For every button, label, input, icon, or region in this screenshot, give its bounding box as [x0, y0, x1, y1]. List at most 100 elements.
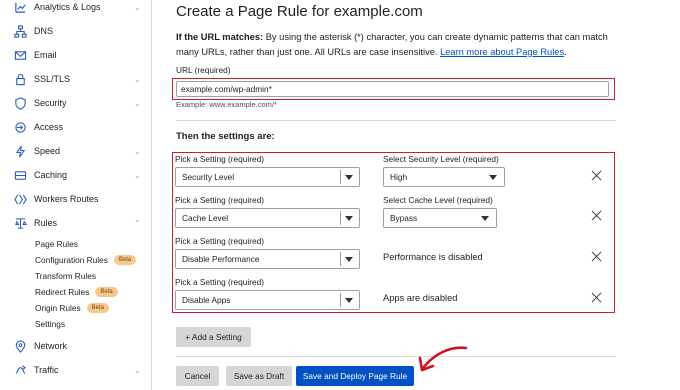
chart-icon: [13, 0, 27, 14]
security-level-label: Select Security Level (required): [383, 154, 499, 164]
cache-level-select[interactable]: Bypass: [383, 208, 497, 228]
network-tree-icon: [13, 24, 27, 38]
url-input[interactable]: example.com/wp-admin*: [176, 81, 609, 97]
sidebar-subitem-settings[interactable]: Settings: [35, 317, 65, 331]
divider: [176, 356, 616, 357]
apps-disabled-text: Apps are disabled: [383, 293, 458, 303]
save-draft-button[interactable]: Save as Draft: [226, 366, 292, 386]
traffic-icon: [13, 363, 27, 377]
pick-setting-select[interactable]: Cache Level: [175, 208, 360, 228]
sidebar-subitem-page-rules[interactable]: Page Rules: [35, 237, 78, 251]
sidebar-item-traffic[interactable]: Traffic ⌄: [0, 360, 151, 380]
sidebar-item-label: Caching: [34, 170, 68, 180]
sidebar-item-ssl-tls[interactable]: SSL/TLS ⌄: [0, 69, 151, 89]
cache-level-label: Select Cache Level (required): [383, 195, 493, 205]
beta-badge: Beta: [113, 255, 137, 265]
select-value: Disable Apps: [182, 295, 231, 305]
cancel-button[interactable]: Cancel: [176, 366, 219, 386]
dropdown-arrow-icon: [481, 216, 489, 221]
beta-badge: Beta: [86, 303, 109, 313]
sidebar-item-workers-routes[interactable]: Workers Routes: [0, 189, 151, 209]
sidebar-subitem-label: Configuration Rules: [35, 255, 108, 265]
dropdown-arrow-icon: [489, 175, 497, 180]
sidebar-item-analytics[interactable]: Analytics & Logs ⌄: [0, 0, 151, 17]
select-value: Disable Performance: [182, 254, 260, 264]
chevron-down-icon: ⌄: [134, 98, 141, 108]
settings-highlight-box: Pick a Setting (required) Security Level…: [172, 152, 615, 313]
url-highlight-box: example.com/wp-admin*: [172, 78, 615, 100]
dropdown-arrow-icon: [345, 298, 353, 303]
page-title: Create a Page Rule for example.com: [176, 3, 423, 20]
sidebar-item-label: DNS: [34, 26, 54, 36]
sidebar: Analytics & Logs ⌄ DNS Email SSL/TLS ⌄ S…: [0, 0, 152, 390]
sidebar-item-dns[interactable]: DNS: [0, 21, 151, 41]
add-setting-button[interactable]: + Add a Setting: [176, 327, 251, 347]
sidebar-subitem-origin-rules[interactable]: Origin Rules Beta: [35, 301, 109, 315]
dropdown-arrow-icon: [345, 175, 353, 180]
url-label: URL (required): [176, 65, 231, 75]
sidebar-item-network[interactable]: Network: [0, 336, 151, 356]
select-value: Security Level: [182, 172, 235, 182]
pick-setting-label: Pick a Setting (required): [175, 277, 265, 287]
security-level-select[interactable]: High: [383, 167, 505, 187]
select-separator: [340, 170, 341, 184]
workers-icon: [13, 192, 27, 206]
sidebar-item-caching[interactable]: Caching ⌄: [0, 165, 151, 185]
sidebar-item-speed[interactable]: Speed ⌄: [0, 141, 151, 161]
url-example-hint: Example: www.example.com/*: [176, 100, 277, 109]
select-value: Cache Level: [182, 213, 229, 223]
pick-setting-label: Pick a Setting (required): [175, 195, 265, 205]
envelope-icon: [13, 48, 27, 62]
beta-badge: Beta: [95, 287, 118, 297]
sidebar-subitem-configuration-rules[interactable]: Configuration Rules Beta: [35, 253, 137, 267]
select-value: Bypass: [390, 213, 418, 223]
main-content: Create a Page Rule for example.com If th…: [152, 0, 680, 390]
pick-setting-select[interactable]: Disable Apps: [175, 290, 360, 310]
sidebar-subitem-label: Redirect Rules: [35, 287, 90, 297]
save-deploy-button[interactable]: Save and Deploy Page Rule: [296, 366, 414, 386]
sidebar-subitem-redirect-rules[interactable]: Redirect Rules Beta: [35, 285, 118, 299]
chevron-down-icon: ⌄: [134, 74, 141, 84]
sidebar-subitem-transform-rules[interactable]: Transform Rules: [35, 269, 96, 283]
sidebar-item-label: Rules: [34, 218, 58, 228]
chevron-down-icon: ⌄: [134, 170, 141, 180]
access-icon: [13, 120, 27, 134]
divider: [176, 120, 616, 121]
select-separator: [340, 293, 341, 307]
close-icon[interactable]: [591, 210, 603, 222]
sidebar-item-label: Traffic: [34, 365, 59, 375]
close-icon[interactable]: [591, 292, 603, 304]
sidebar-subitem-label: Page Rules: [35, 239, 78, 249]
sidebar-item-rules[interactable]: Rules ⌃: [0, 213, 151, 233]
sidebar-item-email[interactable]: Email: [0, 45, 151, 65]
sidebar-subitem-label: Transform Rules: [35, 271, 97, 281]
pick-setting-select[interactable]: Disable Performance: [175, 249, 360, 269]
red-arrow-annotation: [418, 346, 468, 372]
select-value: High: [390, 172, 408, 182]
learn-more-link[interactable]: Learn more about Page Rules: [440, 47, 564, 57]
dropdown-arrow-icon: [345, 216, 353, 221]
lightning-icon: [13, 144, 27, 158]
rules-icon: [13, 216, 27, 230]
close-icon[interactable]: [591, 170, 603, 182]
pick-setting-label: Pick a Setting (required): [175, 236, 265, 246]
sidebar-subitem-label: Settings: [35, 319, 65, 329]
intro-end: .: [564, 46, 567, 57]
pick-setting-select[interactable]: Security Level: [175, 167, 360, 187]
sidebar-subitem-label: Origin Rules: [35, 303, 81, 313]
intro-text: If the URL matches: By using the asteris…: [176, 30, 621, 59]
dropdown-arrow-icon: [345, 257, 353, 262]
lock-icon: [13, 72, 27, 86]
pin-icon: [13, 339, 27, 353]
sidebar-item-label: Security: [34, 98, 67, 108]
drive-icon: [13, 168, 27, 182]
performance-disabled-text: Performance is disabled: [383, 252, 483, 262]
sidebar-item-label: SSL/TLS: [34, 74, 71, 84]
sidebar-item-label: Speed: [34, 146, 61, 156]
chevron-up-icon: ⌃: [134, 218, 141, 228]
sidebar-item-security[interactable]: Security ⌄: [0, 93, 151, 113]
close-icon[interactable]: [591, 251, 603, 263]
chevron-down-icon: ⌄: [134, 146, 141, 156]
sidebar-item-label: Analytics & Logs: [34, 2, 101, 12]
sidebar-item-access[interactable]: Access: [0, 117, 151, 137]
